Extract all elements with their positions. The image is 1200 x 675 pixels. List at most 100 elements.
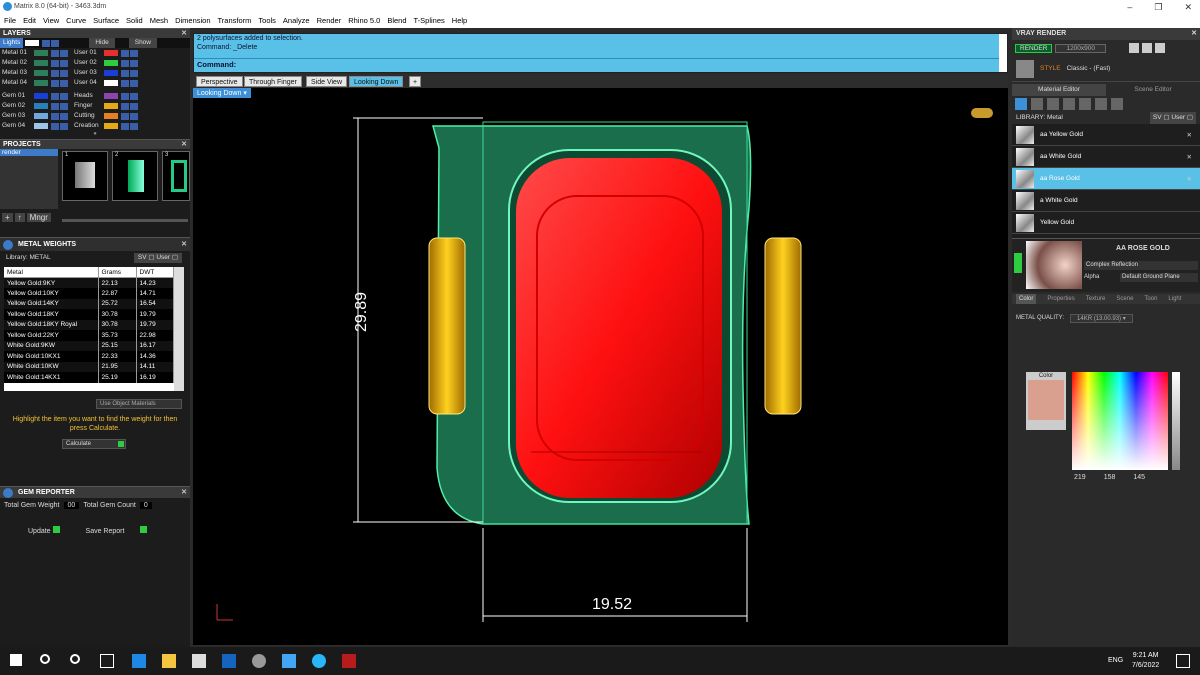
rhino-icon[interactable] — [252, 654, 266, 668]
table-row[interactable]: Yellow Gold:9KY 22.13 14.23 — [4, 277, 174, 288]
visible-icon[interactable] — [130, 79, 138, 87]
menu-transform[interactable]: Transform — [218, 14, 252, 28]
save-report-button[interactable]: Save Report — [86, 526, 148, 535]
lock-icon[interactable] — [51, 79, 59, 87]
store-icon[interactable] — [192, 654, 206, 668]
menu-analyze[interactable]: Analyze — [283, 14, 310, 28]
visible-icon[interactable] — [60, 79, 68, 87]
blue-value[interactable]: 145 — [1133, 474, 1145, 481]
material-item[interactable]: Yellow Gold — [1012, 212, 1200, 234]
table-scrollbar[interactable] — [174, 267, 184, 391]
layer-row[interactable]: Gem 01 Heads — [0, 91, 190, 101]
layer-row[interactable]: Metal 02 User 02 — [0, 58, 190, 68]
add-project-button[interactable]: + — [2, 213, 13, 222]
layer-color-swatch[interactable] — [34, 60, 48, 66]
hide-button[interactable]: Hide — [89, 38, 115, 48]
col-grams[interactable]: Grams — [98, 267, 137, 278]
menu-mesh[interactable]: Mesh — [150, 14, 168, 28]
layer-color-swatch[interactable] — [34, 80, 48, 86]
lock-icon[interactable] — [42, 39, 51, 47]
material-item[interactable]: aa White Gold ✕ — [1012, 146, 1200, 168]
menu-render[interactable]: Render — [317, 14, 342, 28]
menu-surface[interactable]: Surface — [93, 14, 119, 28]
material-tool-icon[interactable] — [1047, 98, 1059, 110]
layer-row[interactable]: Gem 04 Creation — [0, 121, 190, 131]
metal-quality-dropdown[interactable]: 14KR (13.00.93) ▾ — [1070, 313, 1133, 323]
tab-side-view[interactable]: Side View — [306, 76, 348, 87]
render-button[interactable]: RENDER — [1015, 43, 1053, 53]
project-scrollbar[interactable] — [62, 219, 188, 222]
col-dwt[interactable]: DWT — [136, 267, 174, 278]
task-view-icon[interactable] — [100, 654, 114, 668]
command-scrollbar[interactable] — [999, 34, 1007, 72]
project-thumb-2[interactable]: 2 — [112, 151, 158, 201]
menu-file[interactable]: File — [4, 14, 16, 28]
style-value[interactable]: Classic - (Fast) — [1067, 65, 1111, 72]
menu-curve[interactable]: Curve — [66, 14, 86, 28]
project-thumb-3[interactable]: 3 — [162, 151, 190, 201]
reflection-dropdown[interactable]: Complex Reflection — [1084, 261, 1198, 270]
preview-toggle[interactable] — [1014, 253, 1022, 273]
minimize-icon[interactable]: – — [1127, 0, 1132, 14]
close-render-icon[interactable] — [1155, 43, 1166, 53]
visible-icon[interactable] — [130, 112, 138, 120]
up-button[interactable]: ↑ — [14, 213, 25, 222]
lock-icon[interactable] — [121, 112, 129, 120]
mail-icon[interactable] — [222, 654, 236, 668]
layer-color-swatch[interactable] — [104, 103, 118, 109]
app-icon[interactable] — [342, 654, 356, 668]
material-item[interactable]: aa Rose Gold ✕ — [1012, 168, 1200, 190]
brightness-slider[interactable] — [1172, 372, 1180, 470]
material-tool-icon[interactable] — [1031, 98, 1043, 110]
layer-color-swatch[interactable] — [104, 70, 118, 76]
layer-color-swatch[interactable] — [104, 60, 118, 66]
layer-row[interactable]: Gem 03 Cutting — [0, 111, 190, 121]
calculate-button[interactable]: Calculate — [62, 439, 126, 449]
tab-texture[interactable]: Texture — [1086, 294, 1106, 304]
lock-icon[interactable] — [121, 49, 129, 57]
layer-color-swatch[interactable] — [34, 113, 48, 119]
tab-scene[interactable]: Scene — [1116, 294, 1133, 304]
viewport[interactable]: Looking Down ▾ 29.89 19.52 — [193, 88, 1008, 645]
tab-through-finger[interactable]: Through Finger — [244, 76, 302, 87]
layer-color-swatch[interactable] — [104, 113, 118, 119]
col-metal[interactable]: Metal — [4, 267, 99, 278]
green-value[interactable]: 158 — [1104, 474, 1116, 481]
lock-icon[interactable] — [51, 122, 59, 130]
current-color-swatch[interactable] — [1028, 380, 1064, 420]
layer-color-swatch[interactable] — [34, 93, 48, 99]
close-icon[interactable]: ✕ — [181, 238, 187, 252]
red-value[interactable]: 219 — [1074, 474, 1086, 481]
menu-tools[interactable]: Tools — [258, 14, 276, 28]
lock-icon[interactable] — [121, 122, 129, 130]
tab-material-editor[interactable]: Material Editor — [1012, 84, 1106, 96]
close-icon[interactable]: ✕ — [1191, 28, 1197, 40]
table-row[interactable]: Yellow Gold:14KY 25.72 16.54 — [4, 298, 174, 309]
tab-toon[interactable]: Toon — [1144, 294, 1157, 304]
command-prompt[interactable]: Command: — [194, 58, 999, 70]
visible-icon[interactable] — [60, 92, 68, 100]
windows-start-icon[interactable] — [10, 654, 22, 666]
show-button[interactable]: Show — [128, 38, 157, 48]
ground-dropdown[interactable]: Default Ground Plane — [1120, 273, 1198, 282]
layer-color-swatch[interactable] — [34, 103, 48, 109]
lock-icon[interactable] — [121, 69, 129, 77]
lock-icon[interactable] — [51, 69, 59, 77]
lights-layer[interactable]: Lights — [0, 38, 24, 48]
notification-icon[interactable] — [1176, 654, 1190, 668]
visible-icon[interactable] — [130, 102, 138, 110]
visible-icon[interactable] — [60, 102, 68, 110]
table-row[interactable]: White Gold:9KW 25.15 16.17 — [4, 340, 174, 351]
lock-icon[interactable] — [121, 92, 129, 100]
visible-icon[interactable] — [60, 122, 68, 130]
orientation-widget[interactable] — [971, 108, 993, 118]
cortana-icon[interactable] — [70, 654, 80, 664]
material-tool-icon[interactable] — [1095, 98, 1107, 110]
matrix-icon[interactable] — [312, 654, 326, 668]
lock-icon[interactable] — [51, 112, 59, 120]
settings-icon[interactable] — [1142, 43, 1153, 53]
layer-color-swatch[interactable] — [34, 50, 48, 56]
layer-row[interactable]: Metal 03 User 03 — [0, 68, 190, 78]
language-indicator[interactable]: ENG — [1108, 657, 1123, 664]
visible-icon[interactable] — [60, 49, 68, 57]
